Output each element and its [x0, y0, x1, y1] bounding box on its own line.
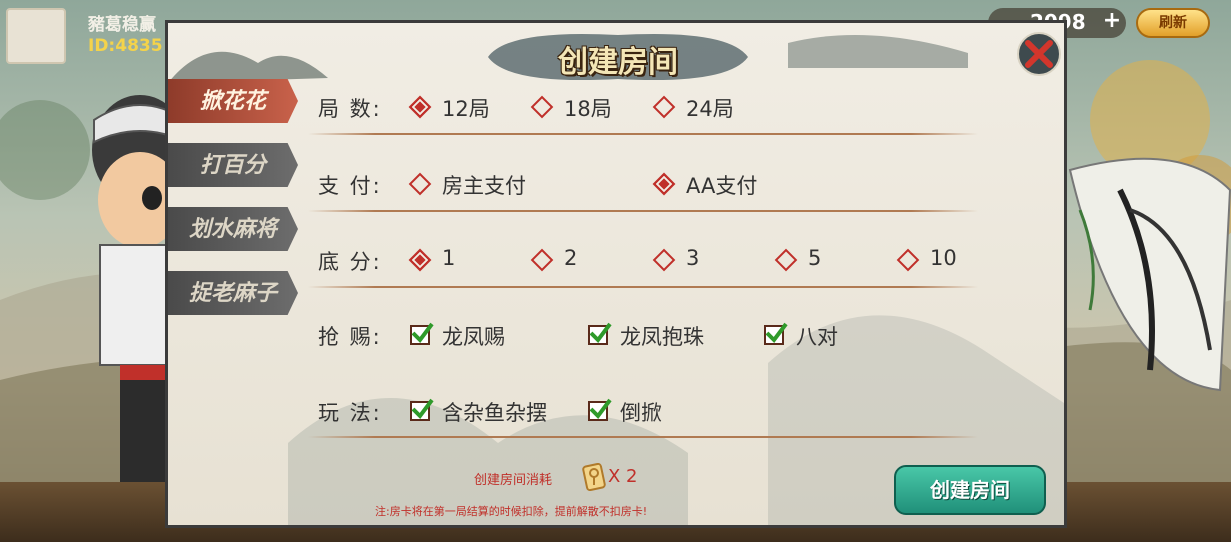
diamond-radio-selected-icon [652, 172, 676, 196]
checkbox-checked-icon [410, 398, 434, 421]
add-icon[interactable]: + [1100, 10, 1124, 34]
diamond-radio-icon [774, 248, 798, 272]
diamond-radio-selected-icon [408, 95, 432, 119]
room-card-note: 注:房卡将在第一局结算的时候扣除，提前解散不扣房卡! [375, 505, 648, 518]
base-score-row: 底 分: 1 2 3 5 10 [318, 242, 978, 282]
option-label: 八对 [796, 325, 838, 349]
create-room-button[interactable]: 创建房间 [894, 465, 1046, 515]
option-label: 10 [930, 246, 957, 270]
refresh-button[interactable]: 刷新 [1136, 8, 1210, 38]
option-label: 龙凤抱珠 [620, 325, 704, 349]
rounds-row: 局 数: 12局 18局 24局 [318, 89, 978, 129]
option-label: 3 [686, 246, 700, 270]
option-label: 含杂鱼杂摆 [442, 401, 547, 425]
payment-row: 支 付: 房主支付 AA支付 [318, 166, 978, 206]
diamond-radio-icon [896, 248, 920, 272]
option-label: 龙凤赐 [442, 325, 505, 349]
checkbox-checked-icon [410, 322, 434, 345]
option-label: 5 [808, 246, 822, 270]
cost-multiplier: X 2 [608, 466, 638, 487]
option-label: 2 [564, 246, 578, 270]
tab-zhuolaomazi[interactable]: 捉老麻子 [168, 271, 298, 315]
checkbox-checked-icon [764, 322, 788, 345]
grab-row: 抢 赐: 龙凤赐 龙凤抱珠 八对 [318, 317, 978, 357]
player-name: 豬葛稳赢 [88, 15, 156, 35]
option-label: 房主支付 [442, 174, 526, 198]
option-label: 18局 [564, 97, 612, 121]
option-label: 12局 [442, 97, 490, 121]
option-label: 24局 [686, 97, 734, 121]
room-card-icon [582, 463, 606, 491]
rounds-label: 局 数: [318, 97, 382, 121]
cost-label: 创建房间消耗 [474, 473, 553, 488]
create-room-dialog: 创建房间 掀花花 打百分 划水麻将 捉老麻子 局 数: 12局 18局 24局 … [165, 20, 1067, 528]
option-label: 1 [442, 246, 456, 270]
diamond-radio-selected-icon [408, 248, 432, 272]
option-label: AA支付 [686, 174, 758, 198]
diamond-radio-icon [530, 248, 554, 272]
dialog-title: 创建房间 [558, 45, 678, 80]
diamond-radio-icon [530, 95, 554, 119]
player-id: ID:4835 [88, 36, 163, 56]
option-label: 倒掀 [620, 401, 662, 425]
diamond-radio-icon [652, 95, 676, 119]
avatar[interactable] [6, 8, 66, 64]
diamond-radio-icon [652, 248, 676, 272]
tab-huashui-majiang[interactable]: 划水麻将 [168, 207, 298, 251]
diamond-radio-icon [408, 172, 432, 196]
payment-label: 支 付: [318, 174, 382, 198]
play-rules-row: 玩 法: 含杂鱼杂摆 倒掀 [318, 393, 978, 433]
divider [308, 133, 978, 135]
checkbox-checked-icon [588, 322, 612, 345]
checkbox-checked-icon [588, 398, 612, 421]
umbrella-illustration [1068, 157, 1231, 392]
divider [308, 210, 978, 212]
grab-label: 抢 赐: [318, 325, 382, 349]
tab-xianhuahua[interactable]: 掀花花 [168, 79, 298, 123]
tab-dabaifen[interactable]: 打百分 [168, 143, 298, 187]
close-icon[interactable] [1016, 31, 1062, 77]
base-score-label: 底 分: [318, 250, 382, 274]
play-rules-label: 玩 法: [318, 401, 382, 425]
divider [308, 286, 978, 288]
divider [308, 436, 978, 438]
